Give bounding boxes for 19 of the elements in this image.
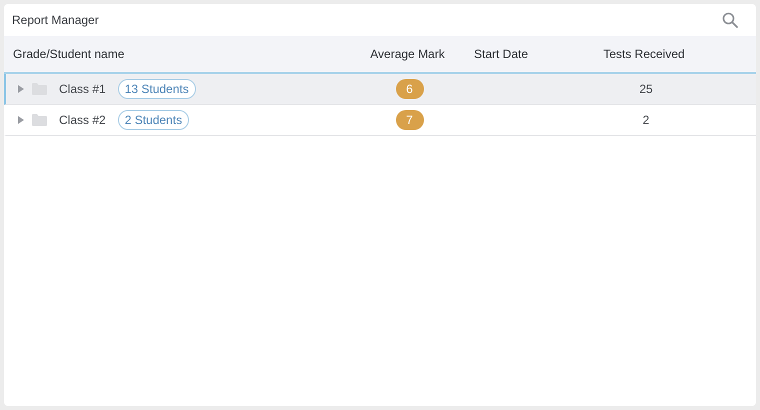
caret-icon[interactable] bbox=[18, 116, 24, 124]
column-header[interactable]: Average Mark bbox=[345, 47, 470, 61]
tests-received-cell: 25 bbox=[639, 82, 653, 96]
student-count-badge: 2 Students bbox=[118, 110, 190, 130]
column-header[interactable]: Start Date bbox=[470, 47, 586, 61]
folder-icon bbox=[32, 114, 47, 126]
table-row[interactable]: Class #2 2 Students 7 2 bbox=[4, 105, 756, 136]
class-name: Class #2 bbox=[59, 113, 106, 127]
average-mark-badge: 6 bbox=[396, 79, 424, 99]
class-name: Class #1 bbox=[59, 82, 106, 96]
caret-icon[interactable] bbox=[18, 85, 24, 93]
student-count-badge: 13 Students bbox=[118, 79, 196, 99]
search-icon[interactable] bbox=[722, 12, 738, 28]
column-header[interactable]: Grade/Student name bbox=[4, 47, 345, 61]
tests-received-cell: 2 bbox=[642, 113, 650, 127]
table-row[interactable]: Class #1 13 Students 6 25 bbox=[4, 74, 756, 105]
window-title: Report Manager bbox=[12, 13, 99, 27]
column-header[interactable]: Tests Received bbox=[586, 47, 702, 61]
average-mark-badge: 7 bbox=[396, 110, 424, 130]
